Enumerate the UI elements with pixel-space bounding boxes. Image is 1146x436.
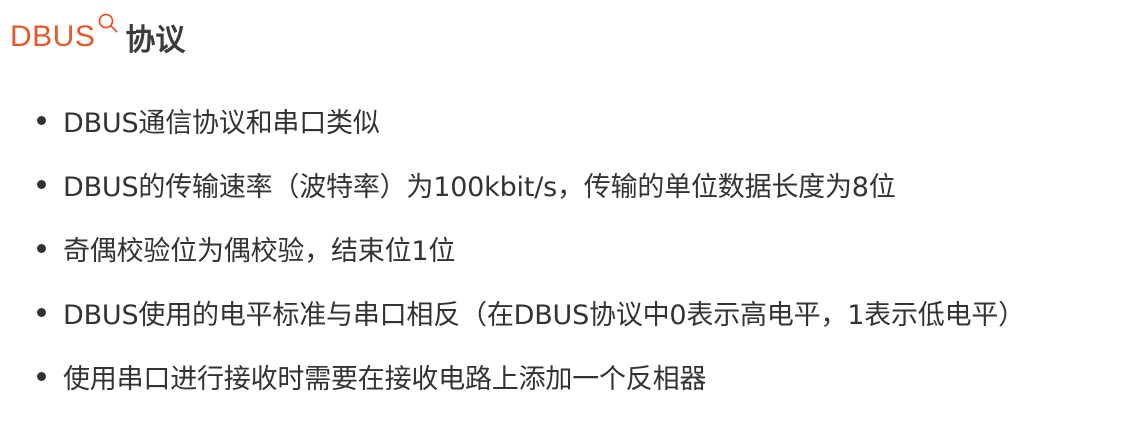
bullet-dot (37, 180, 46, 189)
title-prefix: DBUS (10, 20, 96, 53)
bullet-text: 使用串口进行接收时需要在接收电路上添加一个反相器 (63, 363, 707, 395)
bullet-dot (37, 308, 46, 317)
title-main: 协议 (125, 23, 186, 58)
bullet-text: DBUS通信协议和串口类似 (63, 107, 380, 139)
bullet-dot (37, 116, 46, 125)
bullet-dot (37, 372, 46, 381)
bullet-text: DBUS的传输速率（波特率）为100kbit/s，传输的单位数据长度为8位 (63, 171, 896, 203)
bullet-text: 奇偶校验位为偶校验，结束位1位 (63, 235, 456, 267)
page-title: DBUS 协议 (10, 10, 185, 60)
bullet-text: DBUS使用的电平标准与串口相反（在DBUS协议中0表示高电平，1表示低电平） (63, 299, 1025, 331)
bullet-dot (37, 244, 46, 253)
search-icon (97, 12, 121, 42)
